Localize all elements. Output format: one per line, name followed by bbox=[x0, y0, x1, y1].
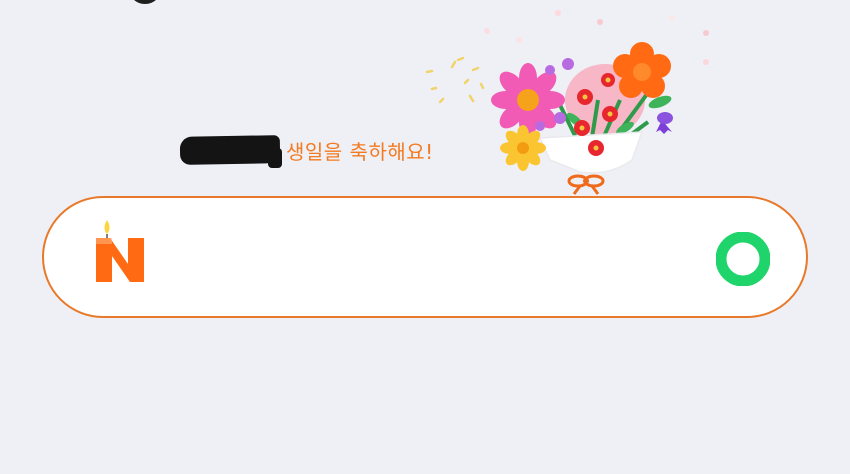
flower-bouquet-illustration bbox=[425, 10, 709, 195]
page: 생일을 축하해요! bbox=[0, 0, 850, 474]
pink-flower bbox=[491, 63, 565, 137]
green-ring-icon bbox=[716, 232, 770, 286]
search-input[interactable] bbox=[164, 228, 708, 290]
birthday-greeting: 생일을 축하해요! bbox=[179, 130, 434, 170]
redacted-username bbox=[179, 135, 281, 165]
orange-flower bbox=[613, 42, 671, 98]
birthday-candle-n-logo-icon[interactable] bbox=[94, 216, 148, 286]
partial-icon-fragment bbox=[128, 0, 162, 4]
search-box[interactable] bbox=[42, 196, 808, 318]
sparkle-lines bbox=[425, 56, 485, 104]
yellow-flower bbox=[500, 125, 546, 171]
confetti-dots bbox=[484, 10, 709, 65]
candle-flame-icon bbox=[104, 220, 110, 234]
search-button[interactable] bbox=[716, 232, 770, 286]
